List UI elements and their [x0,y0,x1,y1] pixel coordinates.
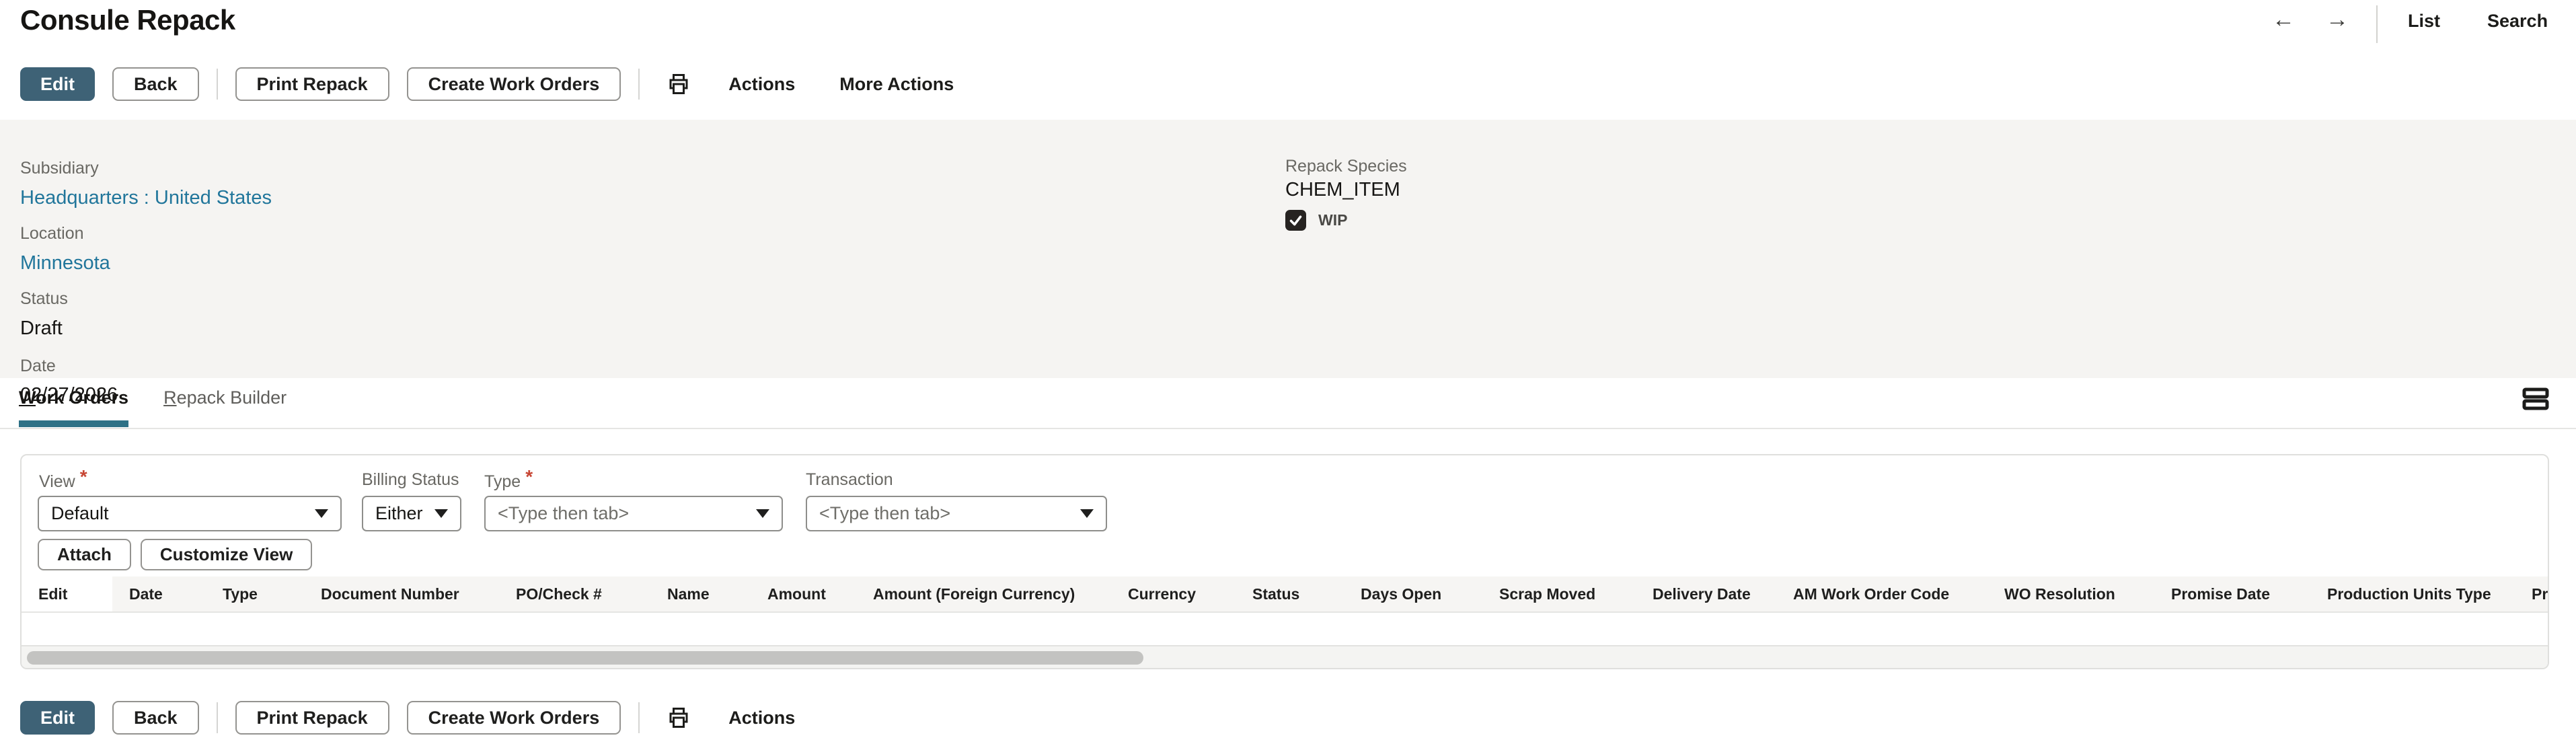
column-header-name: Name [650,576,751,611]
repack-species-label: Repack Species [1285,157,1407,176]
create-work-orders-button[interactable]: Create Work Orders [407,67,621,101]
column-header-document-number: Document Number [304,576,499,611]
column-header-type: Type [206,576,304,611]
printer-icon[interactable] [667,72,691,96]
column-header-days-open: Days Open [1344,576,1482,611]
sublist-buttons: Attach Customize View [38,539,312,570]
nav-list-link[interactable]: List [2408,11,2440,32]
tab-work-orders[interactable]: Work Orders [19,378,128,427]
required-asterisk: * [525,466,533,487]
location-link[interactable]: Minnesota [20,252,110,274]
attach-button[interactable]: Attach [38,539,131,570]
top-toolbar: Edit Back Print Repack Create Work Order… [20,67,954,101]
view-filter-label: View* [39,470,87,492]
column-header-production-truncated: Pro [2515,576,2549,611]
column-header-production-units-type: Production Units Type [2310,576,2515,611]
actions-menu-button[interactable]: Actions [728,708,795,728]
column-header-status: Status [1236,576,1344,611]
nav-forward-arrow-icon[interactable]: → [2326,7,2349,33]
nav-back-arrow-icon[interactable]: ← [2272,7,2295,33]
caret-down-icon [1080,509,1094,518]
work-orders-panel: View* Default Billing Status Either Type… [20,454,2549,669]
repack-species-value: CHEM_ITEM [1285,179,1400,201]
page-title: Consule Repack [20,4,235,36]
checkmark-icon [1289,213,1303,227]
column-header-amount: Amount [751,576,856,611]
column-header-am-work-order-code: AM Work Order Code [1776,576,1987,611]
column-header-po-check: PO/Check # [499,576,650,611]
status-value: Draft [20,317,63,340]
view-select[interactable]: Default [38,496,342,531]
tabs-divider [0,428,2576,429]
column-header-edit: Edit [22,576,112,611]
toolbar-divider [217,69,218,100]
transaction-select[interactable]: <Type then tab> [806,496,1107,531]
type-filter-label: Type* [484,470,533,492]
print-repack-button[interactable]: Print Repack [235,67,389,101]
subsidiary-label: Subsidiary [20,159,99,178]
nav-divider [2376,5,2378,43]
transaction-filter-label: Transaction [806,470,893,490]
tabs: Work Orders Repack Builder [19,378,287,427]
consule-repack-page: Consule Repack ← → List Search Edit Back… [0,0,2576,748]
status-label: Status [20,289,68,309]
record-fields-section: Subsidiary Headquarters : United States … [0,120,2576,378]
billing-status-filter-label: Billing Status [362,470,459,490]
billing-status-select[interactable]: Either [362,496,461,531]
toolbar-divider [638,702,640,733]
back-button[interactable]: Back [112,701,199,735]
work-orders-table-header: Edit Date Type Document Number PO/Check … [22,576,2549,613]
expand-tables-icon[interactable] [2522,387,2549,410]
column-header-delivery-date: Delivery Date [1636,576,1776,611]
wip-checkbox[interactable] [1285,210,1306,231]
print-repack-button[interactable]: Print Repack [235,701,389,735]
caret-down-icon [434,509,448,518]
tab-repack-builder[interactable]: Repack Builder [163,378,287,427]
toolbar-divider [217,702,218,733]
wip-checkbox-row: WIP [1285,210,1347,231]
location-label: Location [20,224,84,244]
date-label: Date [20,357,56,376]
scrollbar-thumb[interactable] [27,651,1143,665]
column-header-scrap-moved: Scrap Moved [1482,576,1636,611]
create-work-orders-button[interactable]: Create Work Orders [407,701,621,735]
column-header-date: Date [112,576,206,611]
column-header-amount-foreign-currency: Amount (Foreign Currency) [856,576,1111,611]
back-button[interactable]: Back [112,67,199,101]
bottom-toolbar: Edit Back Print Repack Create Work Order… [20,701,795,735]
column-header-promise-date: Promise Date [2154,576,2310,611]
column-header-currency: Currency [1111,576,1236,611]
more-actions-menu-button[interactable]: More Actions [839,74,954,95]
toolbar-divider [638,69,640,100]
edit-button[interactable]: Edit [20,701,95,735]
customize-view-button[interactable]: Customize View [141,539,312,570]
edit-button[interactable]: Edit [20,67,95,101]
column-header-wo-resolution: WO Resolution [1987,576,2154,611]
printer-icon[interactable] [667,706,691,730]
wip-label: WIP [1318,211,1347,229]
type-select[interactable]: <Type then tab> [484,496,783,531]
subsidiary-link[interactable]: Headquarters : United States [20,187,272,209]
horizontal-scrollbar[interactable] [22,645,2548,668]
required-asterisk: * [80,466,87,487]
actions-menu-button[interactable]: Actions [728,74,795,95]
nav-search-link[interactable]: Search [2487,11,2548,32]
caret-down-icon [315,509,328,518]
caret-down-icon [756,509,769,518]
